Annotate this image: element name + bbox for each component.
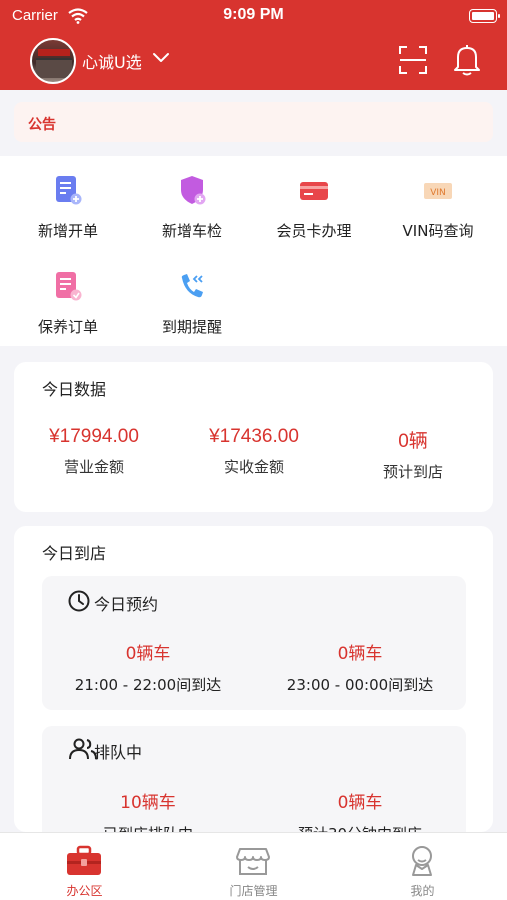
- menu-item-new-inspection[interactable]: 新增车检: [132, 162, 252, 242]
- menu-label: VIN码查询: [402, 222, 474, 240]
- quick-menu: 新增开单 新增车检 会员卡办理 VIN VIN码查询 保养订单 到期提醒: [0, 156, 507, 346]
- svg-text:VIN: VIN: [430, 188, 446, 198]
- menu-item-maintenance-order[interactable]: 保养订单: [8, 258, 128, 338]
- queue-count: 0辆车: [337, 793, 383, 813]
- app-header: 心诚U选: [0, 34, 507, 90]
- queue-count: 10辆车: [120, 793, 176, 813]
- sub-title: 排队中: [94, 743, 143, 762]
- stat-label: 营业金额: [63, 458, 124, 476]
- stat-received[interactable]: ¥17436.00 实收金额: [174, 426, 334, 477]
- menu-item-expiry-reminder[interactable]: 到期提醒: [132, 258, 252, 338]
- stat-revenue[interactable]: ¥17994.00 营业金额: [14, 426, 174, 477]
- appointment-panel[interactable]: 今日预约 0辆车 21:00 - 22:00间到达 0辆车 23:00 - 00…: [42, 576, 466, 710]
- chevron-down-icon[interactable]: [152, 52, 170, 64]
- store-avatar[interactable]: [30, 38, 76, 84]
- stat-label: 实收金额: [223, 458, 284, 476]
- slot-window: 23:00 - 00:00间到达: [286, 676, 434, 694]
- menu-item-member-card[interactable]: 会员卡办理: [254, 162, 374, 242]
- card-title: 今日数据: [42, 380, 107, 399]
- appointment-slot: 0辆车 23:00 - 00:00间到达: [254, 639, 466, 695]
- member-card-icon: [300, 182, 328, 200]
- store-icon: [236, 848, 270, 875]
- notice-area: 公告: [0, 90, 507, 156]
- tab-office[interactable]: 办公区: [0, 833, 169, 900]
- tab-label: 我的: [410, 884, 435, 898]
- sub-title: 今日预约: [94, 595, 159, 614]
- tab-label: 办公区: [66, 884, 103, 898]
- menu-label: 保养订单: [37, 318, 98, 336]
- bell-icon[interactable]: [452, 43, 482, 77]
- slot-window: 21:00 - 22:00间到达: [74, 676, 222, 694]
- store-name[interactable]: 心诚U选: [82, 49, 142, 73]
- notice-bar[interactable]: 公告: [14, 102, 493, 142]
- maintenance-order-icon: [56, 272, 82, 301]
- slot-count: 0辆车: [337, 644, 383, 664]
- today-arrival-card: 今日到店 今日预约 0辆车 21:00 - 22:00间到达 0辆车 23:00…: [14, 526, 493, 846]
- queue-panel[interactable]: 排队中 10辆车 已到店排队中 0辆车 预计30分钟内到店: [42, 726, 466, 846]
- clock: 9:09 PM: [223, 6, 284, 23]
- tab-store-management[interactable]: 门店管理: [169, 833, 338, 900]
- clock-icon: [68, 590, 90, 612]
- status-bar: Carrier 9:09 PM: [0, 0, 507, 34]
- stat-value: ¥17436.00: [209, 426, 299, 447]
- profile-icon: [412, 846, 432, 876]
- menu-label: 到期提醒: [161, 318, 222, 336]
- menu-label: 会员卡办理: [276, 222, 352, 240]
- stat-value: ¥17994.00: [49, 426, 139, 447]
- menu-label: 新增车检: [161, 222, 222, 240]
- new-order-icon: [56, 176, 82, 205]
- tab-profile[interactable]: 我的: [338, 833, 507, 900]
- tab-label: 门店管理: [229, 884, 278, 898]
- battery-icon: [469, 9, 500, 23]
- tab-bar: 办公区 门店管理 我的: [0, 832, 507, 900]
- new-inspection-icon: [181, 176, 206, 205]
- stat-value: 0辆: [398, 431, 428, 452]
- slot-count: 0辆车: [125, 644, 171, 664]
- today-data-card: 今日数据 ¥17994.00 营业金额 ¥17436.00 实收金额 0辆 预计…: [14, 362, 493, 512]
- menu-item-vin-query[interactable]: VIN VIN码查询: [378, 162, 498, 242]
- expiry-reminder-icon: [181, 274, 203, 298]
- notice-label: 公告: [28, 117, 56, 133]
- menu-label: 新增开单: [37, 222, 98, 240]
- appointment-slot: 0辆车 21:00 - 22:00间到达: [42, 639, 254, 695]
- briefcase-icon: [67, 845, 101, 875]
- stat-expected[interactable]: 0辆 预计到店: [333, 426, 493, 482]
- menu-item-new-order[interactable]: 新增开单: [8, 162, 128, 242]
- scan-icon[interactable]: [398, 45, 428, 75]
- vin-query-icon: VIN: [424, 183, 452, 199]
- card-title: 今日到店: [42, 544, 107, 563]
- stat-label: 预计到店: [382, 463, 443, 481]
